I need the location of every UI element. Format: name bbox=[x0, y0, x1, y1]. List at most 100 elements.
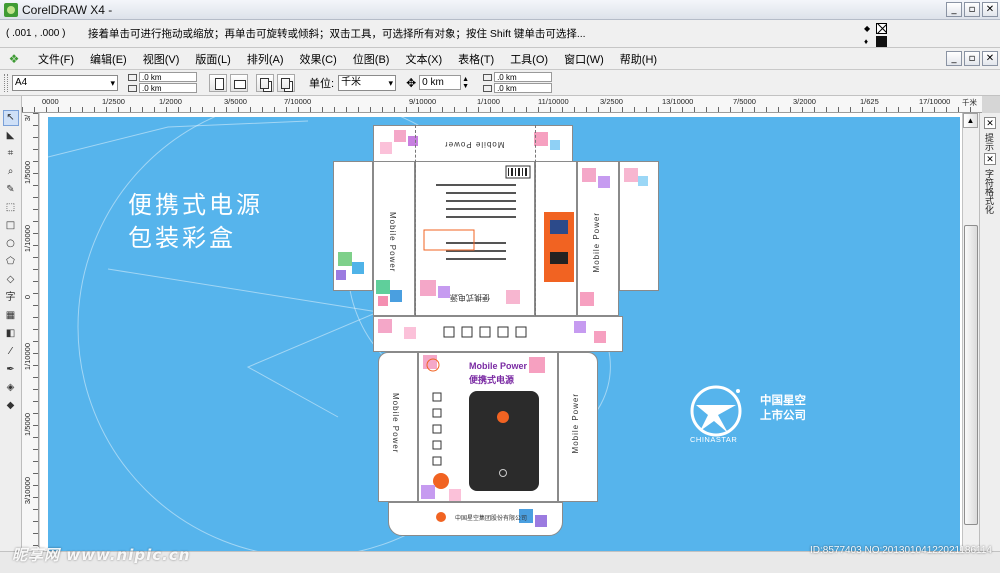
vertical-ruler[interactable]: 3/ 1/5000 1/10000 0 1/10000 1/5000 3/100… bbox=[22, 113, 39, 551]
dup-y-icon bbox=[483, 84, 493, 92]
ruler-label: 1/10000 bbox=[23, 343, 32, 371]
doc-close-button[interactable]: ✕ bbox=[982, 51, 998, 66]
menu-file[interactable]: 文件(F) bbox=[30, 51, 82, 67]
ruler-label: 7/10000 bbox=[284, 97, 312, 106]
doc-restore-button[interactable]: ▫ bbox=[964, 51, 980, 66]
flap-pattern bbox=[336, 252, 364, 280]
fill-outline-indicator[interactable]: ◆ ♦ bbox=[864, 22, 894, 48]
outline-color-swatch bbox=[876, 36, 887, 47]
lower-left-flap[interactable]: Mobile Power bbox=[378, 352, 418, 502]
docker-tab-hints[interactable]: 提示 bbox=[983, 133, 996, 151]
ruler-label: 3/ bbox=[23, 115, 32, 122]
brand-line-2: 上市公司 bbox=[760, 408, 806, 422]
product-photo-device bbox=[550, 252, 568, 264]
crop-tool-icon[interactable]: ⌗ bbox=[3, 146, 19, 162]
device-logo bbox=[497, 411, 509, 423]
toolbar-grip[interactable] bbox=[4, 73, 8, 92]
toolbox: ↖ ◣ ⌗ ⌕ ✎ ⬚ □ ○ ⬠ ◇ 字 ▦ ◧ ⁄ ✒ ◈ ◆ bbox=[0, 96, 22, 551]
menu-edit[interactable]: 编辑(E) bbox=[82, 51, 135, 67]
ruler-label: 13/10000 bbox=[662, 97, 694, 106]
ruler-label: 1/2000 bbox=[159, 97, 182, 106]
menu-window[interactable]: 窗口(W) bbox=[556, 51, 612, 67]
all-pages-button[interactable] bbox=[256, 73, 274, 92]
menu-view[interactable]: 视图(V) bbox=[135, 51, 188, 67]
right-dust-flap[interactable] bbox=[619, 161, 659, 291]
chinastar-logo-icon bbox=[690, 385, 742, 437]
docker-tab-character-formatting[interactable]: 字符格式化 bbox=[983, 169, 996, 214]
close-button[interactable]: ✕ bbox=[982, 2, 998, 17]
eyedropper-tool-icon[interactable]: ⁄ bbox=[3, 344, 19, 360]
lower-right-flap[interactable]: Mobile Power bbox=[558, 352, 598, 502]
interactive-fill-tool-icon[interactable]: ◆ bbox=[3, 398, 19, 414]
menu-tools[interactable]: 工具(O) bbox=[502, 51, 556, 67]
bottom-flap[interactable]: 中国星空集团股份有限公司 bbox=[388, 502, 563, 536]
units-select[interactable]: 千米 bbox=[338, 74, 397, 91]
basic-shapes-tool-icon[interactable]: ◇ bbox=[3, 272, 19, 288]
ruler-label: 0 bbox=[23, 295, 32, 300]
doc-minimize-button[interactable]: _ bbox=[946, 51, 962, 66]
nudge-distance-input[interactable]: 0 km bbox=[419, 75, 462, 90]
menu-help[interactable]: 帮助(H) bbox=[612, 51, 665, 67]
table-tool-icon[interactable]: ▦ bbox=[3, 308, 19, 324]
docker-close-button[interactable]: ✕ bbox=[984, 153, 996, 165]
freehand-tool-icon[interactable]: ✎ bbox=[3, 182, 19, 198]
side-panel-left[interactable]: Mobile Power bbox=[373, 161, 415, 316]
shape-tool-icon[interactable]: ◣ bbox=[3, 128, 19, 144]
vertical-scrollbar[interactable]: ▲ bbox=[962, 113, 979, 551]
left-dust-flap[interactable] bbox=[333, 161, 373, 291]
duplicate-x-input[interactable]: .0 km bbox=[494, 72, 553, 82]
headline-line-1: 便携式电源 bbox=[128, 191, 263, 219]
nudge-spinner[interactable]: ▲ ▼ bbox=[462, 76, 469, 90]
front-product-en: Mobile Power bbox=[469, 361, 528, 371]
restore-button[interactable]: ▫ bbox=[964, 2, 980, 17]
menu-text[interactable]: 文本(X) bbox=[397, 51, 450, 67]
outline-tool-icon[interactable]: ✒ bbox=[3, 362, 19, 378]
minimize-button[interactable]: _ bbox=[946, 2, 962, 17]
landscape-button[interactable] bbox=[230, 73, 248, 92]
page-width-input[interactable]: .0 km bbox=[139, 72, 197, 82]
scroll-thumb[interactable] bbox=[964, 225, 978, 525]
scroll-up-arrow[interactable]: ▲ bbox=[963, 113, 978, 128]
ellipse-tool-icon[interactable]: ○ bbox=[3, 236, 19, 252]
pick-tool-icon[interactable]: ↖ bbox=[2, 110, 19, 126]
back-product-cn: 便携式电源 bbox=[450, 293, 490, 302]
ruler-label: 0000 bbox=[42, 97, 59, 106]
page-height-input[interactable]: .0 km bbox=[139, 83, 197, 93]
back-panel[interactable]: 便携式电源 bbox=[415, 161, 535, 316]
drawing-canvas[interactable]: 便携式电源 包装彩盒 Mobile Power Mobile Power 便携式… bbox=[40, 113, 962, 551]
coreldraw-app-icon bbox=[4, 2, 18, 17]
smart-fill-tool-icon[interactable]: ⬚ bbox=[3, 200, 19, 216]
duplicate-y-input[interactable]: .0 km bbox=[494, 83, 553, 93]
menu-bitmaps[interactable]: 位图(B) bbox=[345, 51, 398, 67]
ruler-ticks bbox=[22, 107, 982, 112]
text-tool-icon[interactable]: 字 bbox=[3, 290, 19, 306]
rectangle-tool-icon[interactable]: □ bbox=[3, 218, 19, 234]
interactive-blend-tool-icon[interactable]: ◧ bbox=[3, 326, 19, 342]
side-panel-right[interactable] bbox=[535, 161, 577, 316]
bottom-tuck-strip[interactable] bbox=[373, 316, 623, 352]
fill-tool-icon[interactable]: ◈ bbox=[3, 380, 19, 396]
docker-close-button[interactable]: ✕ bbox=[984, 117, 996, 129]
menu-table[interactable]: 表格(T) bbox=[450, 51, 502, 67]
outline-pen-icon: ♦ bbox=[864, 37, 869, 46]
document-icon: ❖ bbox=[8, 51, 20, 66]
ruler-label: 1/10000 bbox=[23, 225, 32, 253]
ruler-ticks bbox=[33, 113, 38, 551]
menu-layout[interactable]: 版面(L) bbox=[187, 51, 238, 67]
ruler-label: 17/10000 bbox=[919, 97, 951, 106]
front-panel[interactable]: Mobile Power 便携式电源 bbox=[418, 352, 558, 502]
front-side-panel[interactable]: Mobile Power bbox=[577, 161, 619, 316]
artboard[interactable]: 便携式电源 包装彩盒 Mobile Power Mobile Power 便携式… bbox=[48, 117, 960, 551]
menu-arrange[interactable]: 排列(A) bbox=[239, 51, 292, 67]
polygon-tool-icon[interactable]: ⬠ bbox=[3, 254, 19, 270]
menu-effects[interactable]: 效果(C) bbox=[292, 51, 345, 67]
no-fill-swatch bbox=[876, 23, 887, 34]
side-product-text: Mobile Power bbox=[388, 212, 397, 273]
menu-bar: ❖ 文件(F) 编辑(E) 视图(V) 版面(L) 排列(A) 效果(C) 位图… bbox=[0, 48, 1000, 70]
top-tuck-flap[interactable]: Mobile Power bbox=[373, 125, 573, 162]
zoom-tool-icon[interactable]: ⌕ bbox=[3, 164, 19, 180]
paper-size-select[interactable]: A4 bbox=[12, 74, 118, 91]
current-page-button[interactable] bbox=[277, 73, 295, 92]
portrait-button[interactable] bbox=[209, 73, 227, 92]
horizontal-ruler[interactable]: 0000 1/2500 1/2000 3/5000 7/10000 9/1000… bbox=[22, 96, 982, 113]
